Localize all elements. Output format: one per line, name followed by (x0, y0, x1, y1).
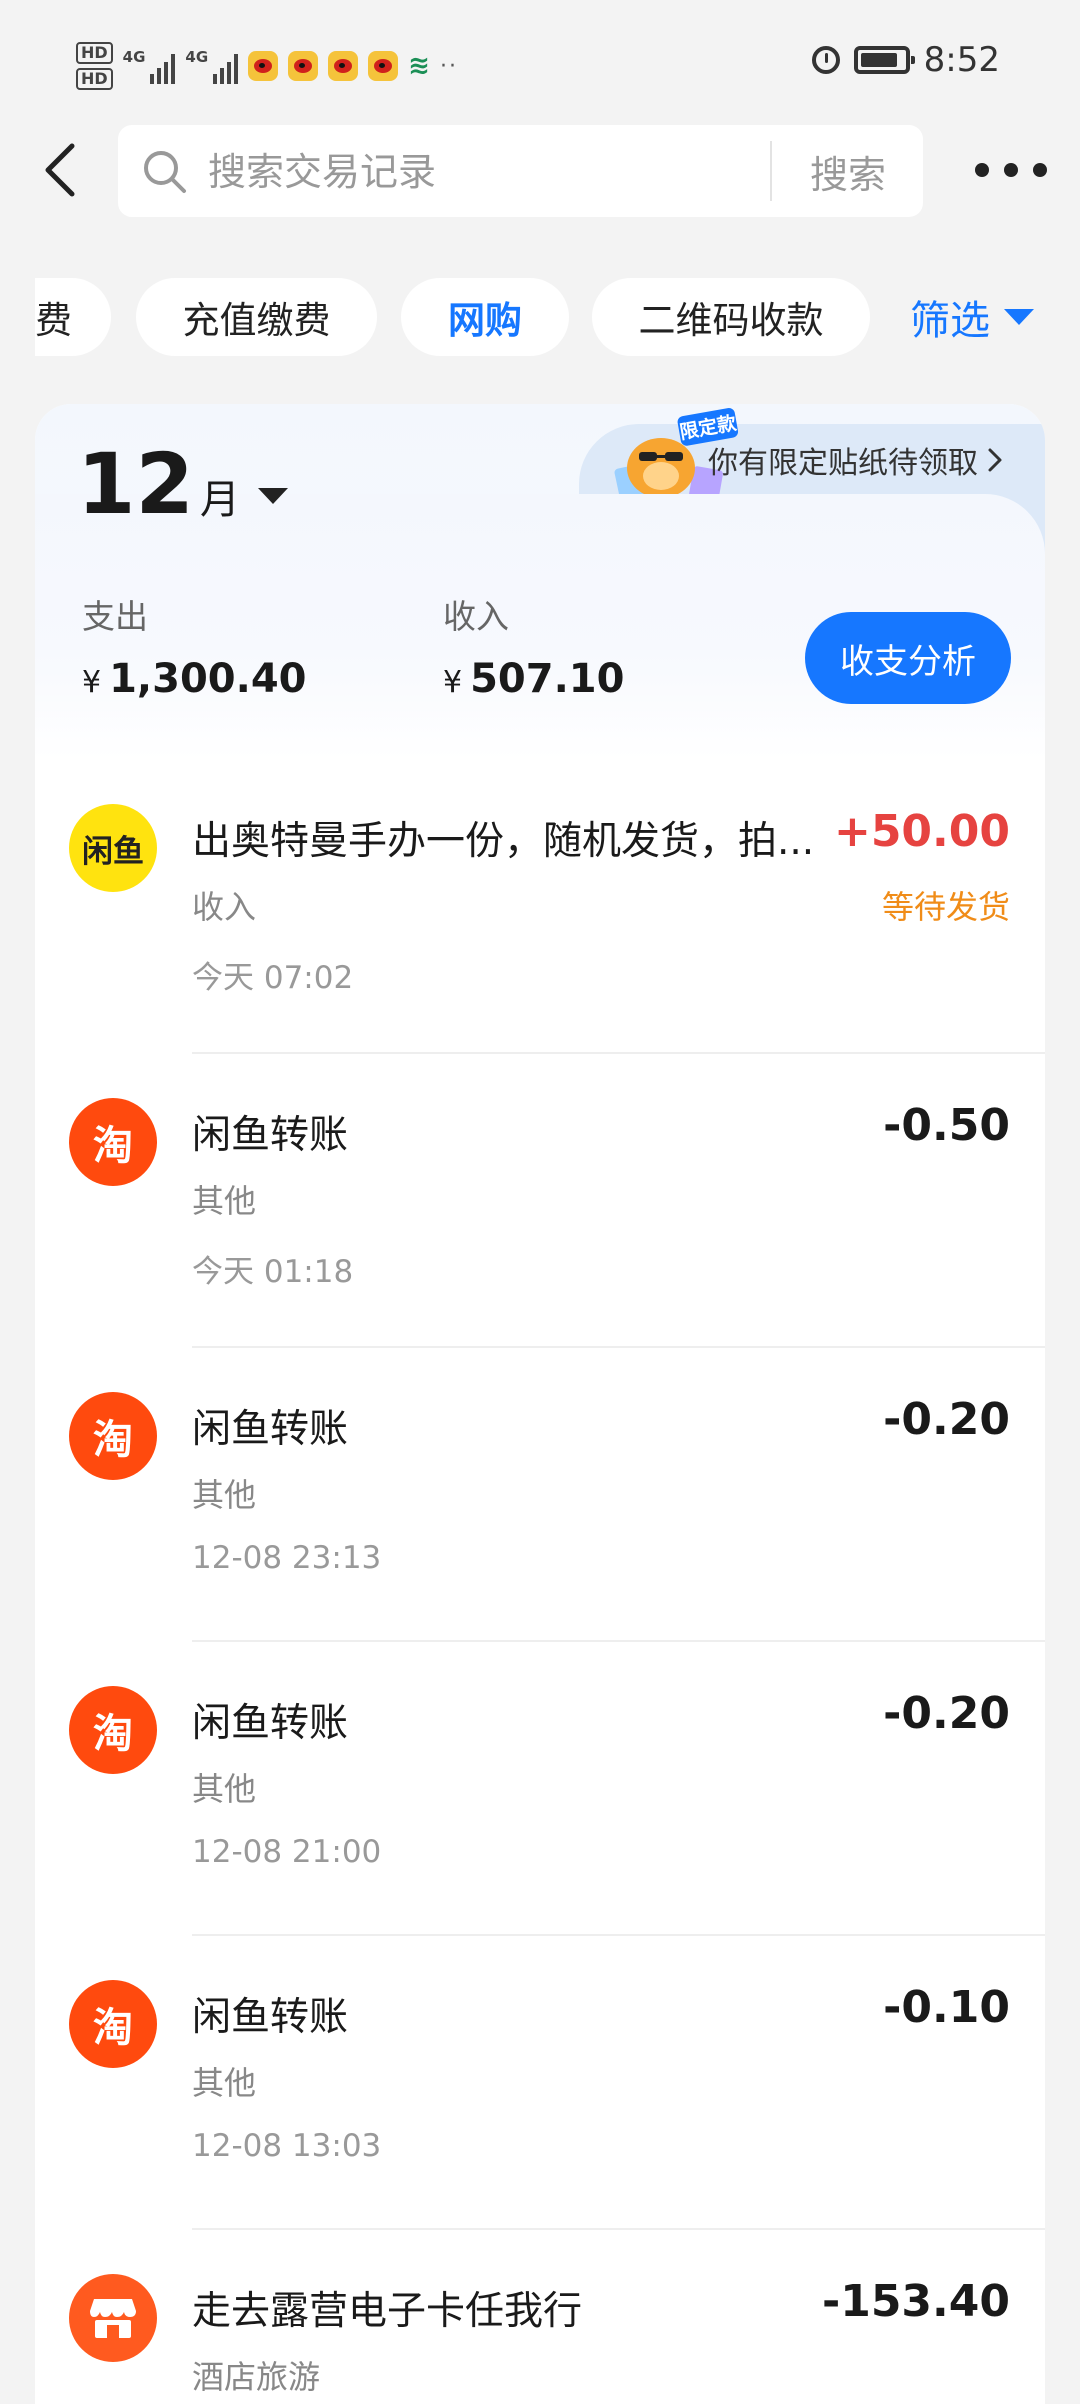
net-type-1: 4G (122, 48, 146, 66)
transaction-time: 今天 01:18 (192, 1254, 354, 1290)
currency-symbol: ¥ (443, 665, 463, 700)
chevron-right-icon (988, 448, 1002, 472)
chip-fees[interactable]: 费 (35, 278, 111, 356)
transaction-category: 其他 (192, 2064, 257, 2102)
more-icon (975, 163, 989, 177)
search-icon (140, 147, 190, 197)
income-value: 507.10 (470, 656, 625, 702)
transaction-title: 闲鱼转账 (192, 1995, 349, 2040)
hd-indicator: HD HD (76, 42, 113, 90)
back-button[interactable] (36, 140, 96, 200)
transaction-title: 出奥特曼手办一份，随机发货，拍... (192, 819, 815, 864)
income-label: 收入 (443, 597, 509, 636)
search-divider (770, 141, 772, 201)
transaction-row[interactable]: 淘 闲鱼转账 其他 12-08 21:00 -0.20 (35, 1642, 1045, 1936)
store-icon (69, 2274, 157, 2362)
search-bar: 搜索 (118, 125, 923, 217)
more-button[interactable] (975, 150, 1047, 190)
transaction-row[interactable]: 淘 闲鱼转账 其他 12-08 23:13 -0.20 (35, 1348, 1045, 1642)
income-amount: ¥507.10 (443, 656, 624, 702)
status-left: HD HD 4G 4G ≋ ·· (76, 36, 458, 96)
transaction-amount: -0.20 (883, 1394, 1010, 1445)
transaction-category: 其他 (192, 1182, 257, 1220)
transaction-amount: -0.20 (883, 1688, 1010, 1739)
taobao-icon: 淘 (69, 1098, 157, 1186)
taobao-icon: 淘 (69, 1686, 157, 1774)
transaction-row[interactable]: 走去露营电子卡任我行 酒店旅游 -153.40 (35, 2230, 1045, 2404)
transaction-row[interactable]: 淘 闲鱼转账 其他 今天 01:18 -0.50 (35, 1054, 1045, 1348)
filter-button[interactable]: 筛选 (910, 278, 1034, 356)
chip-label: 充值缴费 (182, 299, 331, 342)
expense-amount: ¥1,300.40 (82, 656, 306, 702)
taobao-icon: 淘 (69, 1392, 157, 1480)
transaction-title: 闲鱼转账 (192, 1113, 349, 1158)
transaction-status: 等待发货 (881, 888, 1010, 926)
status-right: 8:52 (811, 40, 1000, 80)
weibo-icon (328, 51, 359, 81)
promo-link[interactable]: 你有限定贴纸待领取 (708, 438, 1004, 482)
postal-app-icon: ≋ (408, 51, 430, 81)
transaction-row[interactable]: 闲鱼 出奥特曼手办一份，随机发货，拍... 收入 今天 07:02 +50.00… (35, 760, 1045, 1054)
transaction-time: 12-08 13:03 (192, 2128, 382, 2164)
transaction-row[interactable]: 淘 闲鱼转账 其他 12-08 13:03 -0.10 (35, 1936, 1045, 2230)
month-number: 12 (77, 435, 194, 533)
alarm-icon (811, 46, 840, 74)
battery-icon (853, 46, 915, 74)
month-unit: 月 (199, 477, 240, 523)
hd-1: HD (76, 42, 113, 64)
more-notifications: ·· (439, 53, 458, 79)
transaction-time: 今天 07:02 (192, 960, 354, 996)
expense-value: 1,300.40 (109, 656, 307, 702)
expense-label: 支出 (82, 597, 148, 636)
expense-summary: 支出 ¥1,300.40 (82, 590, 306, 702)
transaction-time: 12-08 21:00 (192, 1834, 382, 1870)
filter-label: 筛选 (910, 298, 990, 344)
income-summary: 收入 ¥507.10 (443, 590, 624, 702)
xianyu-icon: 闲鱼 (69, 804, 157, 892)
taobao-icon: 淘 (69, 1980, 157, 2068)
category-chips: 费 充值缴费 网购 二维码收款 筛选 (0, 278, 1080, 358)
currency-symbol: ¥ (82, 665, 102, 700)
hd-2: HD (76, 68, 113, 90)
signal-1-icon: 4G (123, 48, 176, 84)
chip-qr-payment[interactable]: 二维码收款 (592, 278, 870, 356)
transaction-amount: +50.00 (833, 806, 1010, 857)
weibo-icon (288, 51, 319, 81)
analyze-button[interactable]: 收支分析 (805, 612, 1011, 704)
weibo-icon (368, 51, 399, 81)
chip-label: 二维码收款 (638, 299, 824, 342)
signal-2-icon: 4G (185, 48, 239, 84)
weibo-icon (248, 51, 279, 81)
caret-down-icon (257, 488, 288, 504)
filter-triangle-icon (1004, 309, 1034, 325)
transaction-category: 酒店旅游 (192, 2358, 321, 2396)
chip-online-shopping[interactable]: 网购 (401, 278, 569, 356)
promo-text: 你有限定贴纸待领取 (708, 446, 978, 481)
chip-label: 费 (35, 299, 72, 342)
transaction-time: 12-08 23:13 (192, 1540, 382, 1576)
chip-label: 网购 (448, 299, 522, 342)
chip-recharge[interactable]: 充值缴费 (136, 278, 377, 356)
net-type-2: 4G (185, 48, 209, 66)
status-bar: HD HD 4G 4G ≋ ·· 8:52 (0, 0, 1080, 130)
transaction-title: 走去露营电子卡任我行 (192, 2289, 583, 2334)
transaction-title: 闲鱼转账 (192, 1407, 349, 1452)
transaction-category: 其他 (192, 1476, 257, 1514)
transaction-category: 收入 (192, 888, 257, 926)
month-selector[interactable]: 12 月 (77, 442, 288, 526)
clock: 8:52 (923, 40, 1000, 80)
transaction-amount: -153.40 (821, 2276, 1010, 2327)
search-button[interactable]: 搜索 (773, 125, 923, 217)
transaction-category: 其他 (192, 1770, 257, 1808)
transaction-title: 闲鱼转账 (192, 1701, 349, 1746)
bill-card: 限定款 你有限定贴纸待领取 12 月 支出 ¥1,300.40 收入 ¥507.… (35, 404, 1045, 2404)
transaction-amount: -0.50 (883, 1100, 1010, 1151)
transaction-amount: -0.10 (883, 1982, 1010, 2033)
back-arrow-icon (45, 143, 75, 197)
